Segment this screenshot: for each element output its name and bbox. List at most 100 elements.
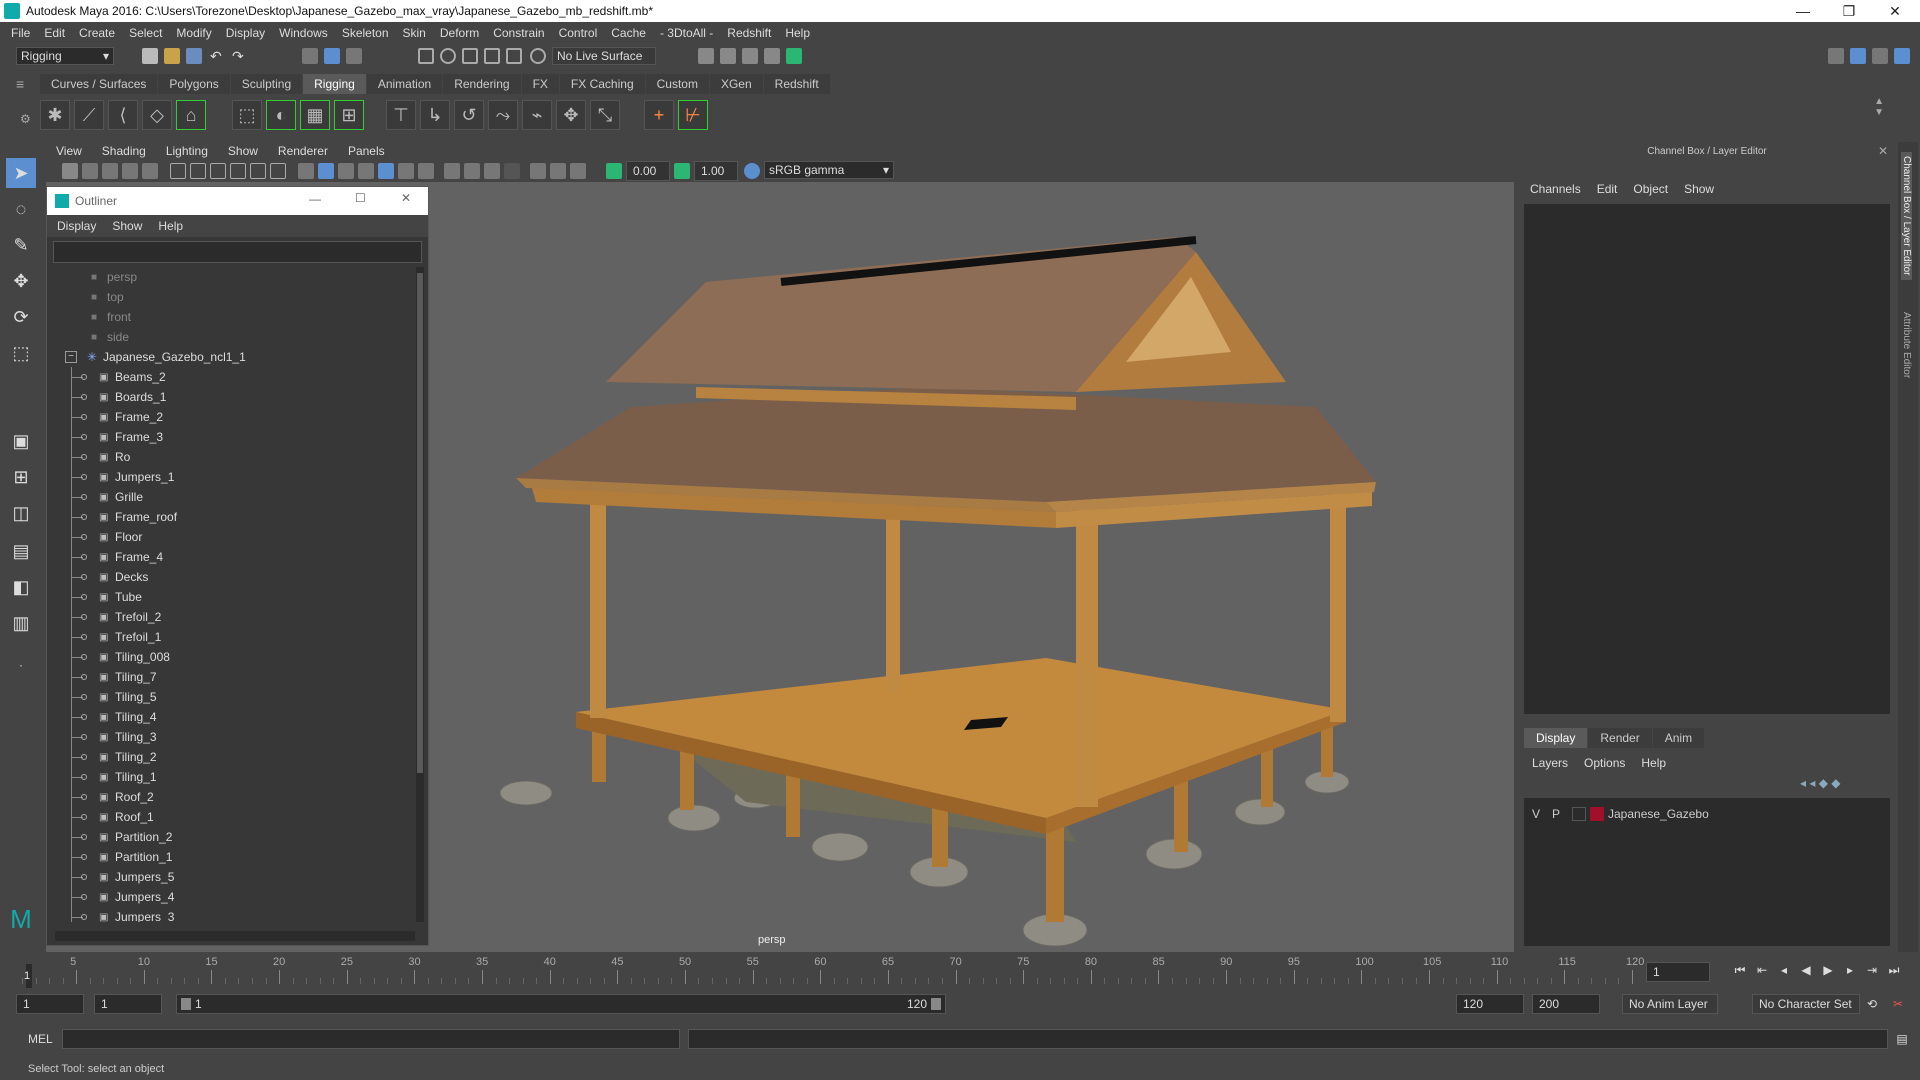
tab-attribute-editor[interactable]: Attribute Editor — [1901, 312, 1912, 378]
outliner-mesh-row[interactable]: ▣ Frame_3 — [53, 427, 413, 447]
outliner-mesh-row[interactable]: ▣ Roof_2 — [53, 787, 413, 807]
xray-icon[interactable] — [530, 163, 546, 179]
scroll-thumb[interactable] — [417, 273, 423, 773]
shelf-scroll-icon[interactable]: ▲ ▼ — [1874, 96, 1884, 118]
outliner-camera-row[interactable]: ■ persp — [53, 267, 413, 287]
layer-visibility[interactable]: V — [1532, 807, 1552, 821]
wireframe-icon[interactable] — [298, 163, 314, 179]
ipr-render-icon[interactable] — [720, 48, 736, 64]
redshift-render-view-icon[interactable] — [786, 48, 802, 64]
anti-aliasing-icon[interactable] — [464, 163, 480, 179]
expand-dot-icon[interactable] — [81, 834, 87, 840]
current-frame-field[interactable]: 1 — [1646, 962, 1710, 982]
render-settings-icon[interactable] — [742, 48, 758, 64]
expand-dot-icon[interactable] — [81, 434, 87, 440]
outliner-mesh-row[interactable]: ▣ Roof_1 — [53, 807, 413, 827]
start-time-field[interactable]: 1 — [16, 994, 84, 1014]
character-set-dropdown[interactable]: No Character Set — [1752, 994, 1860, 1014]
scale-tool-icon[interactable]: ⬚ — [6, 338, 36, 368]
locator-icon[interactable]: + — [644, 100, 674, 130]
playback-start-field[interactable]: 1 — [94, 994, 162, 1014]
expand-dot-icon[interactable] — [81, 374, 87, 380]
four-view-icon[interactable]: ⊞ — [6, 462, 36, 492]
gamma-field[interactable]: 1.00 — [694, 161, 738, 181]
save-scene-icon[interactable] — [186, 48, 202, 64]
expand-dot-icon[interactable] — [81, 634, 87, 640]
single-perspective-icon[interactable]: ▣ — [6, 426, 36, 456]
outliner-mesh-row[interactable]: ▣ Boards_1 — [53, 387, 413, 407]
channel-menu-object[interactable]: Object — [1633, 182, 1668, 196]
preferences-icon[interactable]: ✂ — [1890, 996, 1906, 1012]
outliner-mesh-row[interactable]: ▣ Tiling_4 — [53, 707, 413, 727]
expand-dot-icon[interactable] — [81, 694, 87, 700]
tab-xgen[interactable]: XGen — [709, 74, 763, 94]
orient-constraint-icon[interactable]: ↺ — [454, 100, 484, 130]
tab-custom[interactable]: Custom — [645, 74, 709, 94]
outliner-camera-row[interactable]: ■ top — [53, 287, 413, 307]
hypershade-layout-icon[interactable]: ▥ — [6, 608, 36, 638]
panel-menu-view[interactable]: View — [46, 144, 92, 158]
select-tool-icon[interactable]: ➤ — [6, 158, 36, 188]
menu-select[interactable]: Select — [122, 26, 169, 40]
expand-dot-icon[interactable] — [81, 494, 87, 500]
use-all-lights-icon[interactable] — [378, 163, 394, 179]
channel-box-area[interactable] — [1524, 204, 1890, 714]
camera-select-icon[interactable] — [62, 163, 78, 179]
lasso-tool-icon[interactable]: ◌ — [6, 194, 36, 224]
color-space-dropdown[interactable]: sRGB gamma ▾ — [764, 161, 894, 179]
outliner-search-input[interactable] — [53, 241, 422, 263]
expand-dot-icon[interactable] — [81, 574, 87, 580]
image-plane-icon[interactable] — [122, 163, 138, 179]
layer-type-box[interactable] — [1572, 807, 1586, 821]
menu-display[interactable]: Display — [219, 26, 272, 40]
tab-curves-surfaces[interactable]: Curves / Surfaces — [40, 74, 158, 94]
move-tool-icon[interactable]: ✥ — [6, 266, 36, 296]
outliner-mesh-row[interactable]: ▣ Trefoil_2 — [53, 607, 413, 627]
expand-dot-icon[interactable] — [81, 514, 87, 520]
open-scene-icon[interactable] — [164, 48, 180, 64]
isolate-select-icon[interactable] — [504, 163, 520, 179]
menu-constrain[interactable]: Constrain — [486, 26, 551, 40]
hypershade-icon[interactable] — [764, 48, 780, 64]
expand-dot-icon[interactable] — [81, 854, 87, 860]
panel-menu-renderer[interactable]: Renderer — [268, 144, 338, 158]
expand-dot-icon[interactable] — [81, 754, 87, 760]
outliner-mesh-row[interactable]: ▣ Tiling_5 — [53, 687, 413, 707]
tool-settings-toggle-icon[interactable] — [1894, 48, 1910, 64]
tab-sculpting[interactable]: Sculpting — [230, 74, 303, 94]
expand-dot-icon[interactable] — [81, 594, 87, 600]
command-input[interactable] — [62, 1029, 680, 1049]
select-hierarchy-icon[interactable] — [302, 48, 318, 64]
outliner-mesh-row[interactable]: ▣ Partition_2 — [53, 827, 413, 847]
minimize-button[interactable]: — — [1780, 0, 1826, 22]
ambient-occlusion-icon[interactable] — [418, 163, 434, 179]
expand-dot-icon[interactable] — [81, 394, 87, 400]
menu-redshift[interactable]: Redshift — [720, 26, 778, 40]
outliner-mesh-row[interactable]: ▣ Tiling_008 — [53, 647, 413, 667]
expand-dot-icon[interactable] — [81, 454, 87, 460]
undo-icon[interactable]: ↶ — [210, 48, 226, 64]
panel-menu-panels[interactable]: Panels — [338, 144, 395, 158]
outliner-mesh-row[interactable]: ▣ Decks — [53, 567, 413, 587]
snap-view-icon[interactable] — [484, 48, 500, 64]
snap-grid-icon[interactable] — [418, 48, 434, 64]
menu-modify[interactable]: Modify — [169, 26, 218, 40]
step-back-frame-icon[interactable]: ◂ — [1776, 962, 1792, 978]
motion-blur-icon[interactable] — [444, 163, 460, 179]
expand-dot-icon[interactable] — [81, 794, 87, 800]
menu-windows[interactable]: Windows — [272, 26, 335, 40]
select-object-icon[interactable] — [324, 48, 340, 64]
grid-icon[interactable] — [170, 163, 186, 179]
resolution-gate-icon[interactable] — [210, 163, 226, 179]
parent-constraint-icon[interactable]: ⤳ — [488, 100, 518, 130]
outliner-mesh-row[interactable]: ▣ Frame_roof — [53, 507, 413, 527]
insert-joint-icon[interactable]: ⌂ — [176, 100, 206, 130]
snap-point-icon[interactable] — [462, 48, 478, 64]
layer-tab-display[interactable]: Display — [1524, 728, 1588, 748]
script-editor-icon[interactable]: ▤ — [1894, 1031, 1910, 1047]
range-end-handle[interactable] — [931, 998, 941, 1010]
two-view-icon[interactable]: ◫ — [6, 498, 36, 528]
channel-box-toggle-icon[interactable] — [1850, 48, 1866, 64]
play-backwards-icon[interactable]: ◀ — [1798, 962, 1814, 978]
layer-menu-layers[interactable]: Layers — [1532, 756, 1568, 770]
